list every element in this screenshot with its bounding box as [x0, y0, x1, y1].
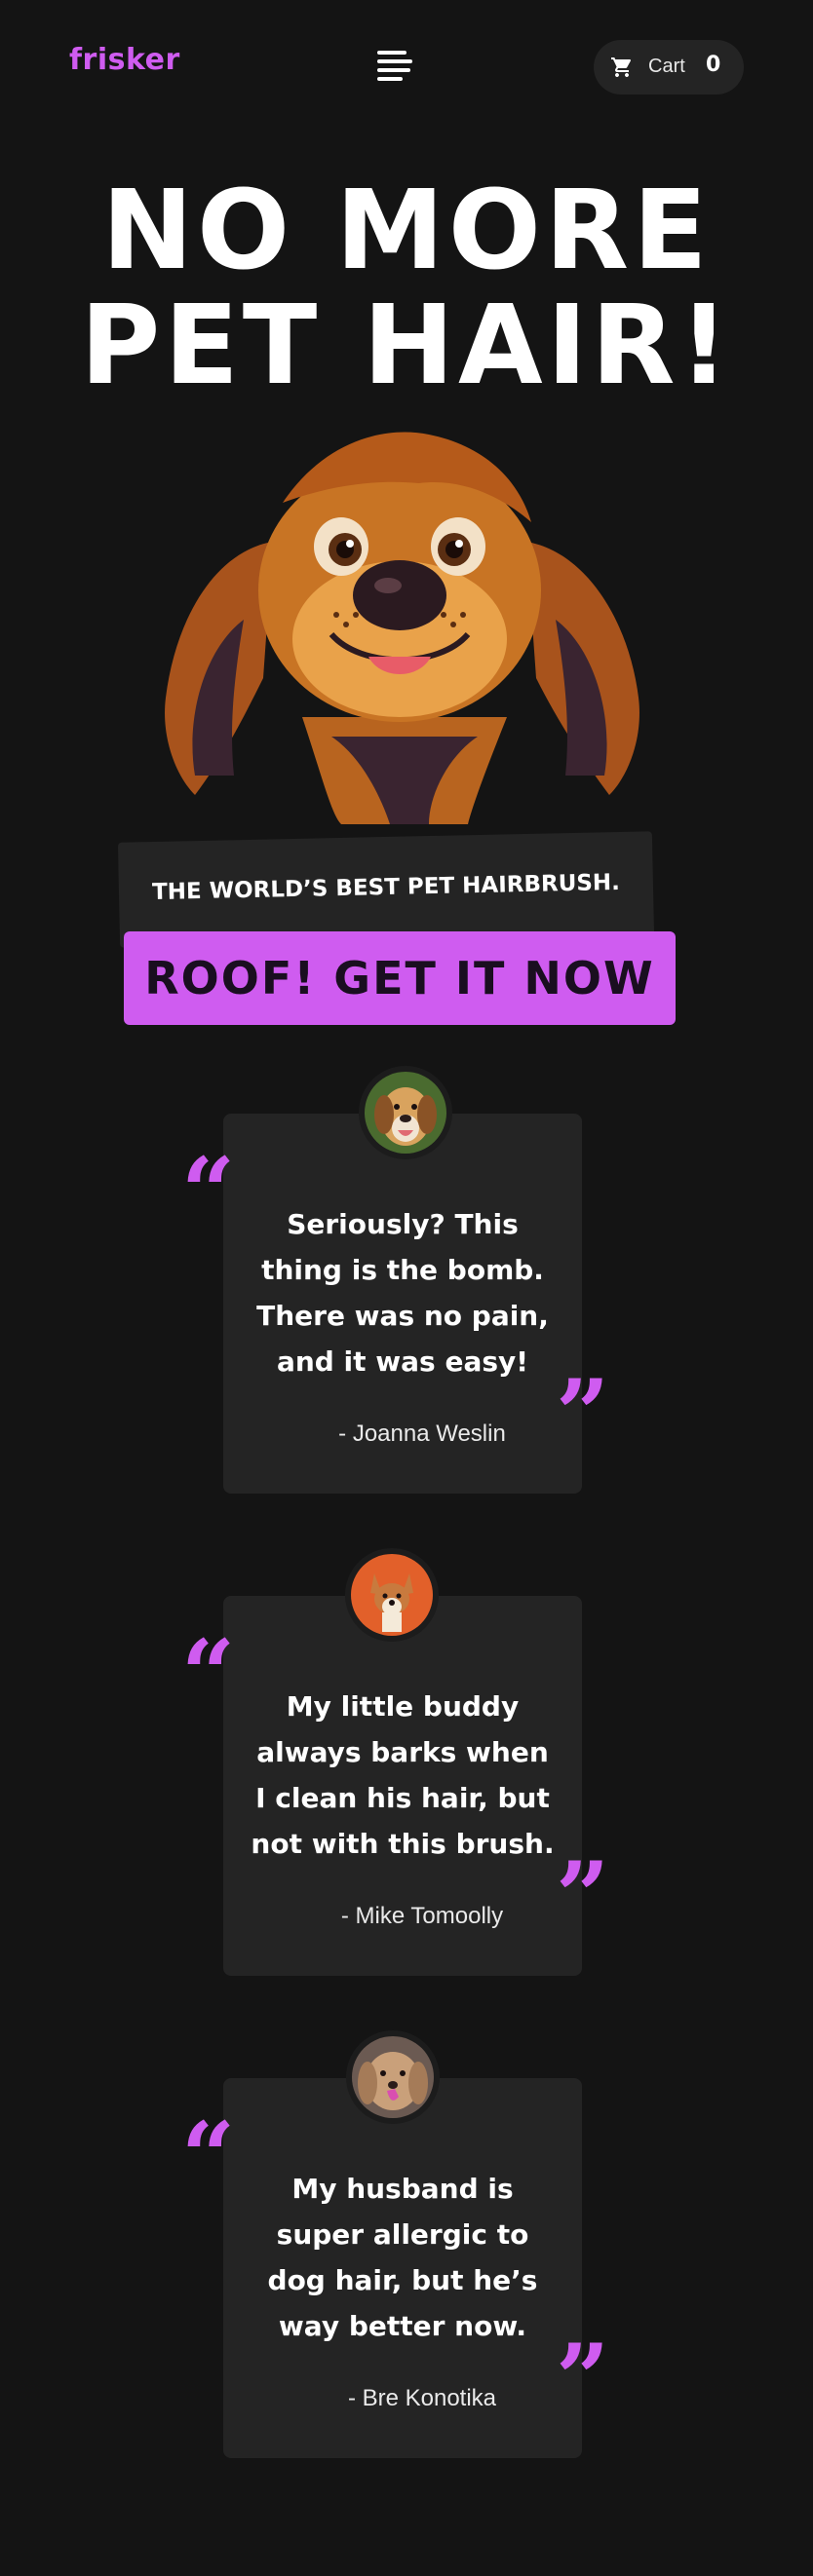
testimonial-author: - Mike Tomoolly	[340, 1903, 504, 1929]
testimonial-card: My little buddy always barks when I clea…	[223, 1596, 582, 1976]
testimonial-author: - Bre Konotika	[347, 2385, 497, 2411]
testimonial-quote: My little buddy always barks when I clea…	[251, 1690, 555, 1860]
testimonial-quote: Seriously? This thing is the bomb. There…	[256, 1208, 549, 1378]
close-quote-icon: ”	[556, 2324, 610, 2434]
cta-label: ROOF! GET IT NOW	[144, 952, 655, 1004]
hamburger-menu-icon[interactable]	[375, 47, 414, 82]
cartoon-dog-illustration	[165, 432, 639, 824]
hero-title: NO MORE PET HAIR!	[0, 173, 813, 403]
hero-title-line2: PET HAIR!	[80, 283, 733, 409]
shopping-cart-icon	[611, 57, 632, 77]
close-quote-icon: ”	[556, 1841, 610, 1951]
hero-title-line1: NO MORE	[101, 168, 712, 294]
open-quote-icon: “	[181, 2102, 236, 2212]
site-header: frisker Cart 0	[0, 0, 813, 127]
open-quote-icon: “	[181, 1137, 236, 1247]
testimonial-quote: My husband is super allergic to dog hair…	[267, 2173, 538, 2342]
logo[interactable]: frisker	[69, 43, 180, 77]
testimonial-card: My husband is super allergic to dog hair…	[223, 2078, 582, 2458]
corgi-avatar	[345, 1548, 439, 1642]
beagle-avatar	[359, 1066, 452, 1159]
close-quote-icon: ”	[556, 1359, 610, 1469]
cart-button[interactable]: Cart 0	[594, 40, 744, 95]
get-it-now-button[interactable]: ROOF! GET IT NOW	[124, 931, 676, 1025]
golden-dog-avatar	[346, 2030, 440, 2124]
cart-label: Cart	[648, 56, 685, 77]
open-quote-icon: “	[181, 1619, 236, 1729]
testimonial-card: Seriously? This thing is the bomb. There…	[223, 1114, 582, 1494]
testimonial-author: - Joanna Weslin	[338, 1421, 506, 1447]
cart-count: 0	[706, 53, 721, 77]
